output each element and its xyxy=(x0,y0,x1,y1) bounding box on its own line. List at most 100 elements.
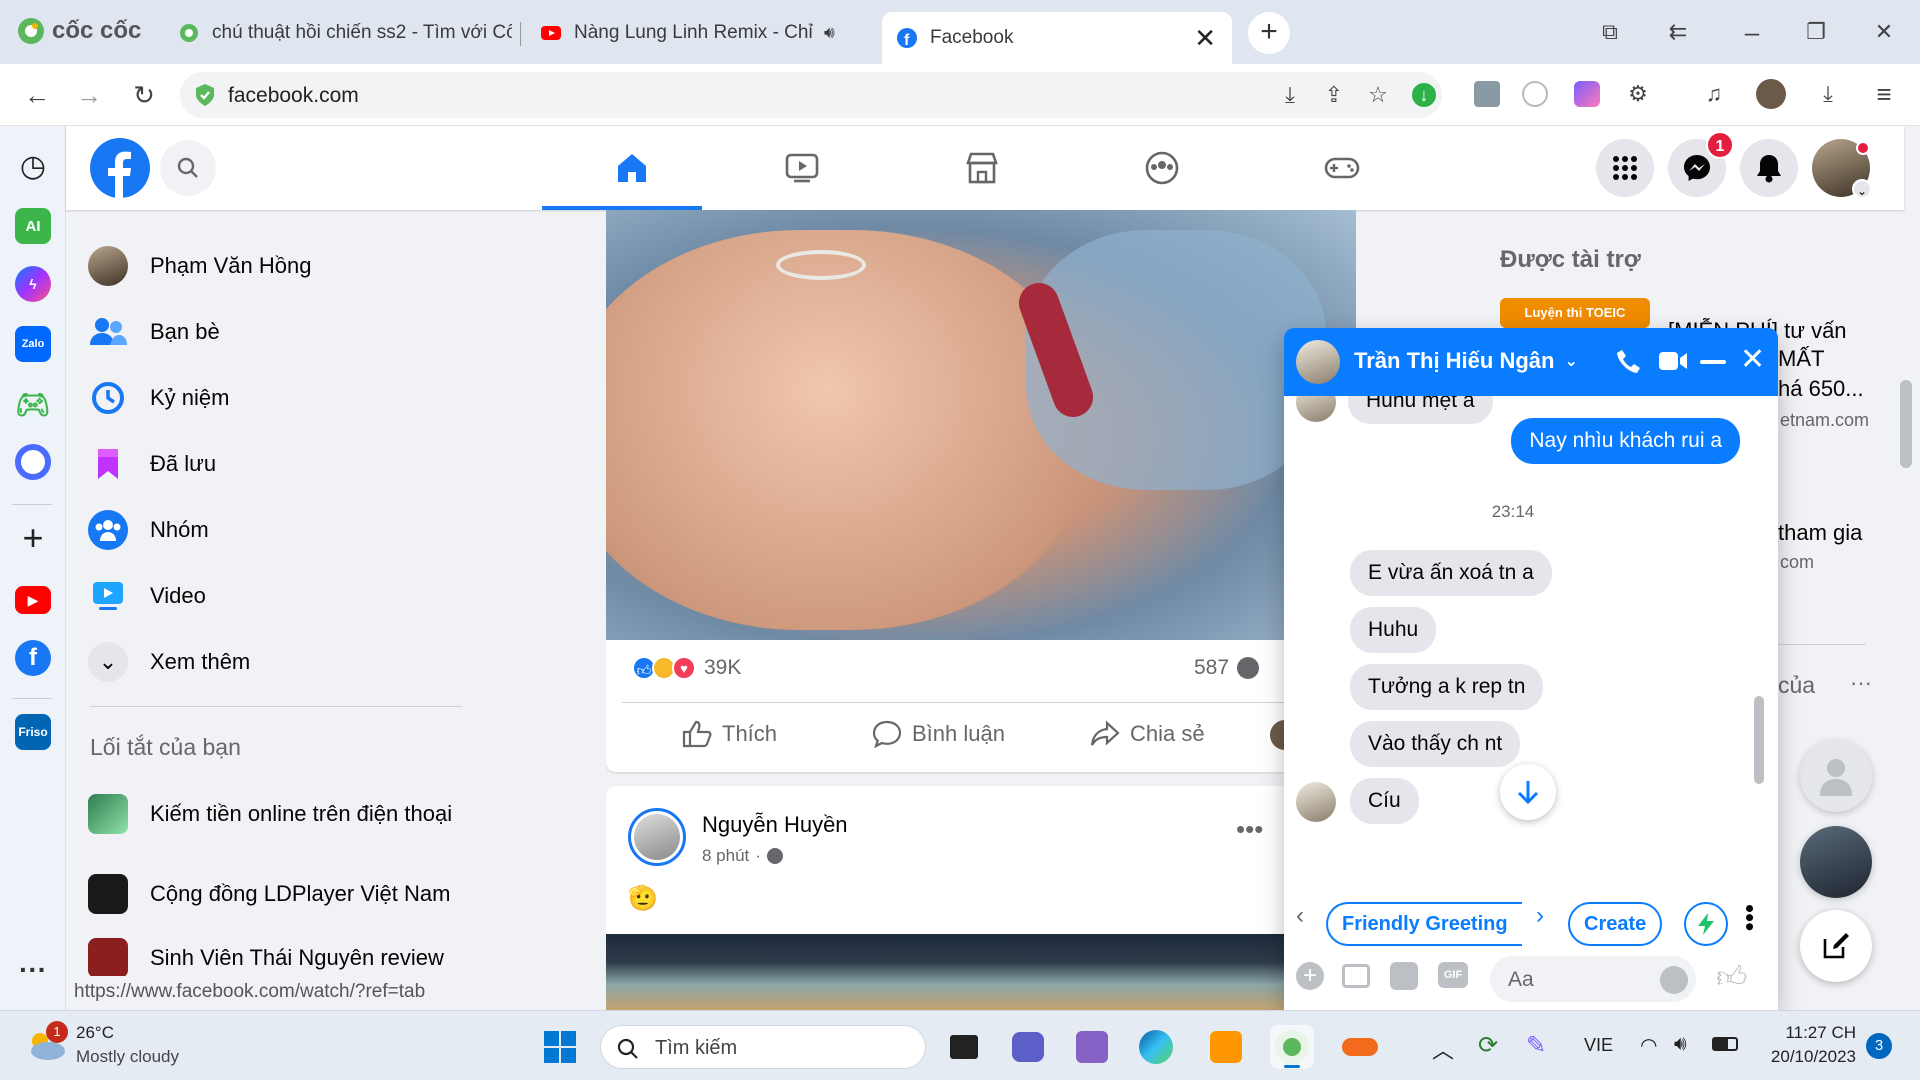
scroll-to-bottom-button[interactable] xyxy=(1500,764,1556,820)
nav-marketplace[interactable] xyxy=(892,126,1072,210)
edge-icon[interactable] xyxy=(1134,1025,1178,1069)
close-window-icon[interactable]: ✕ xyxy=(1872,20,1896,44)
menu-item-video[interactable]: Video xyxy=(88,566,206,626)
like-button[interactable]: Thích xyxy=(682,720,777,748)
menu-item-profile[interactable]: Phạm Văn Hồng xyxy=(88,236,311,296)
message-bubble[interactable]: Tưởng a k rep tn xyxy=(1350,664,1544,710)
add-icon[interactable]: + xyxy=(15,517,51,558)
section-options-icon[interactable]: ··· xyxy=(1850,670,1872,696)
thumbs-up-icon[interactable]: 👍︎ xyxy=(1716,960,1747,996)
minimize-icon[interactable]: – xyxy=(1740,19,1764,45)
profile-avatar[interactable] xyxy=(1756,79,1786,109)
media-control-icon[interactable]: ♫ xyxy=(1702,82,1726,106)
friso-icon[interactable]: Friso xyxy=(15,714,51,750)
close-tab-icon[interactable]: ✕ xyxy=(1194,23,1216,54)
more-icon[interactable]: ··· xyxy=(15,952,51,988)
tab-facebook[interactable]: f Facebook ✕ xyxy=(882,12,1232,64)
clock-time[interactable]: 11:27 CH xyxy=(1762,1023,1856,1043)
sticker-icon[interactable] xyxy=(1390,962,1418,990)
coccoc-taskbar-icon[interactable] xyxy=(1270,1025,1314,1069)
shortcut-item[interactable]: Kiếm tiền online trên điện thoại xyxy=(88,782,468,846)
ai-icon[interactable]: AI xyxy=(15,208,51,244)
messenger-icon[interactable]: ϟ xyxy=(15,266,51,302)
sent-message-bubble[interactable]: Nay nhìu khách rui a xyxy=(1511,418,1740,464)
cloud-app-icon[interactable] xyxy=(1338,1025,1382,1069)
reactions-summary[interactable]: 👍︎ ♥ 39K xyxy=(632,656,741,680)
menu-item-groups[interactable]: Nhóm xyxy=(88,500,209,560)
restore-icon[interactable]: ❐ xyxy=(1804,20,1828,44)
history-icon[interactable]: ◷ xyxy=(15,148,51,184)
search-button[interactable] xyxy=(160,140,216,196)
zalo-icon[interactable]: Zalo xyxy=(15,326,51,362)
address-bar[interactable]: facebook.com ⤓ ⇪ ☆ ↓ xyxy=(180,72,1442,118)
call-button[interactable] xyxy=(1616,348,1644,376)
chips-prev-icon[interactable]: ‹ xyxy=(1296,902,1304,930)
back-icon[interactable]: ← xyxy=(24,82,50,108)
ad-badge[interactable]: Luyện thi TOEIC xyxy=(1500,298,1650,328)
post-author[interactable]: Nguyễn Huyền xyxy=(702,812,848,838)
sublime-icon[interactable] xyxy=(1204,1025,1248,1069)
language-indicator[interactable]: VIE xyxy=(1584,1035,1613,1056)
back-history-icon[interactable]: ⇇ xyxy=(1666,20,1690,44)
comment-count[interactable]: 587 xyxy=(1194,656,1260,680)
nav-home[interactable] xyxy=(542,126,722,210)
menu-icon[interactable]: ≡ xyxy=(1872,81,1896,107)
game-icon[interactable]: 🎮︎ xyxy=(15,386,51,422)
author-avatar[interactable] xyxy=(628,808,686,866)
gif-icon[interactable]: GIF xyxy=(1438,962,1468,988)
messenger-button[interactable]: 1 xyxy=(1668,131,1734,197)
tab-search[interactable]: chú thuật hồi chiến ss2 - Tìm với Cốc xyxy=(172,10,512,56)
youtube-icon[interactable]: ▶ xyxy=(15,586,51,614)
reload-icon[interactable]: ↻ xyxy=(132,82,156,108)
coccoc-logo[interactable]: cốc cốc xyxy=(16,16,141,46)
task-view-icon[interactable] xyxy=(942,1025,986,1069)
minimize-chat-icon[interactable] xyxy=(1700,360,1726,364)
visual-studio-icon[interactable] xyxy=(1070,1025,1114,1069)
new-message-button[interactable] xyxy=(1800,910,1872,982)
puzzle-icon[interactable]: ⚙︎ xyxy=(1626,82,1650,106)
pen-icon[interactable]: ✎ xyxy=(1526,1031,1546,1060)
compass-icon[interactable] xyxy=(1522,81,1548,107)
chat-title[interactable]: Trần Thị Hiếu Ngân ⌄ xyxy=(1354,348,1578,374)
taskbar-search[interactable]: Tìm kiếm xyxy=(600,1025,926,1069)
video-call-button[interactable] xyxy=(1658,350,1688,374)
speaker-icon[interactable]: 🔊︎ xyxy=(824,23,835,43)
share-icon[interactable]: ⇪ xyxy=(1322,83,1346,107)
chat-avatar[interactable] xyxy=(1296,340,1340,384)
message-bubble[interactable]: Cíu xyxy=(1350,778,1419,824)
account-avatar[interactable]: ⌄ xyxy=(1812,139,1872,199)
teams-icon[interactable] xyxy=(1006,1025,1050,1069)
nav-gaming[interactable] xyxy=(1252,126,1432,210)
extension-icon[interactable] xyxy=(1474,81,1500,107)
menu-item-see-more[interactable]: ⌄ Xem thêm xyxy=(88,632,250,692)
post-photo[interactable] xyxy=(606,934,1356,1010)
menu-item-friends[interactable]: Bạn bè xyxy=(88,302,220,362)
facebook-logo[interactable] xyxy=(90,138,150,198)
clock-date[interactable]: 20/10/2023 xyxy=(1762,1047,1856,1067)
facebook-icon[interactable]: f xyxy=(15,640,51,676)
add-attachment-icon[interactable]: + xyxy=(1296,962,1324,990)
ai-suggestions-button[interactable] xyxy=(1684,902,1728,946)
message-input[interactable]: Aa xyxy=(1490,956,1696,1002)
menu-item-saved[interactable]: Đã lưu xyxy=(88,434,216,494)
nav-groups[interactable] xyxy=(1072,126,1252,210)
chat-scrollbar[interactable] xyxy=(1754,696,1764,784)
chat-head-generic[interactable] xyxy=(1800,740,1872,812)
message-bubble[interactable]: Huhu mệt á xyxy=(1348,396,1493,424)
photo-icon[interactable] xyxy=(1342,964,1370,988)
screenshot-icon[interactable]: ⧉ xyxy=(1598,20,1622,44)
download-page-icon[interactable]: ⤓ xyxy=(1278,83,1302,107)
comment-button[interactable]: Bình luận xyxy=(872,720,1005,748)
bookmark-star-icon[interactable]: ☆ xyxy=(1366,83,1390,107)
message-bubble[interactable]: E vừa ấn xoá tn a xyxy=(1350,550,1552,596)
weather-widget[interactable]: 1 xyxy=(26,1021,68,1061)
share-button[interactable]: Chia sẻ xyxy=(1090,720,1205,748)
new-tab-button[interactable]: + xyxy=(1248,12,1290,54)
volume-icon[interactable]: 🔊︎ xyxy=(1674,1033,1687,1056)
downloads-icon[interactable]: ⤓ xyxy=(1816,82,1840,106)
menu-grid-button[interactable] xyxy=(1596,139,1654,197)
notifications-button[interactable] xyxy=(1740,139,1798,197)
notification-badge[interactable]: 3 xyxy=(1866,1033,1892,1059)
coccoc-download-icon[interactable]: ↓ xyxy=(1412,83,1436,107)
chip-friendly-greeting[interactable]: Friendly Greeting xyxy=(1326,902,1522,946)
